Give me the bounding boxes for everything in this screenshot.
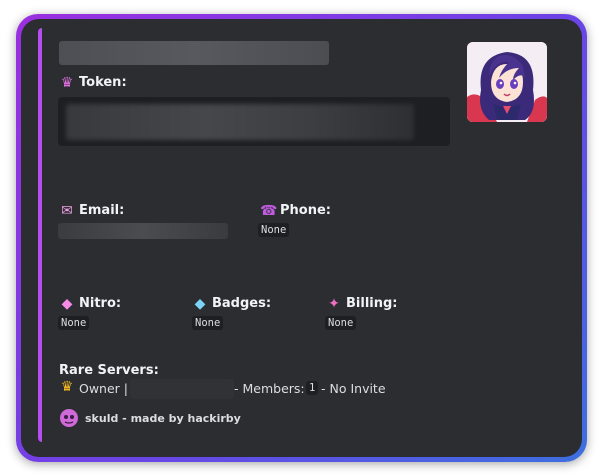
server-owner-text: Owner | <box>79 381 128 396</box>
phone-value: None <box>258 223 290 237</box>
nitro-label: ◆ Nitro: <box>59 296 121 311</box>
nitro-gem-icon: ◆ <box>61 295 73 312</box>
crown-gold-icon: ♛ <box>60 379 74 395</box>
embed-footer: skuld - made by hackirby <box>59 408 241 428</box>
sparkles-icon: ✦ <box>328 295 340 312</box>
nitro-value: None <box>58 316 90 330</box>
redacted-username <box>59 41 329 65</box>
footer-text: skuld - made by hackirby <box>85 411 241 425</box>
members-label: - Members: <box>234 381 305 396</box>
members-count: 1 <box>306 381 319 395</box>
email-label: ✉ Email: <box>59 203 124 218</box>
envelope-icon: ✉ <box>61 202 73 219</box>
billing-value: None <box>325 316 357 330</box>
redacted-server-name <box>130 379 234 399</box>
user-avatar[interactable] <box>467 42 547 122</box>
phone-label: ☎ Phone: <box>260 202 331 219</box>
phone-icon: ☎ <box>260 202 278 219</box>
redacted-email <box>58 223 228 239</box>
embed-card: ♛ Token: ✉ Email: ☎ Phone: None ◆ Nitro:… <box>38 28 563 442</box>
crown-icon: ♛ <box>60 74 74 91</box>
billing-label: ✦ Billing: <box>326 295 397 312</box>
badges-label: ◆ Badges: <box>192 296 271 311</box>
invite-text: - No Invite <box>321 381 386 396</box>
token-label: ♛ Token: <box>60 74 127 91</box>
rare-servers-label: Rare Servers: <box>59 363 159 378</box>
anime-avatar-icon <box>467 42 547 122</box>
skuld-avatar-icon <box>60 409 78 427</box>
badges-value: None <box>192 316 224 330</box>
redacted-token <box>66 104 414 140</box>
diamond-icon: ◆ <box>194 295 206 312</box>
